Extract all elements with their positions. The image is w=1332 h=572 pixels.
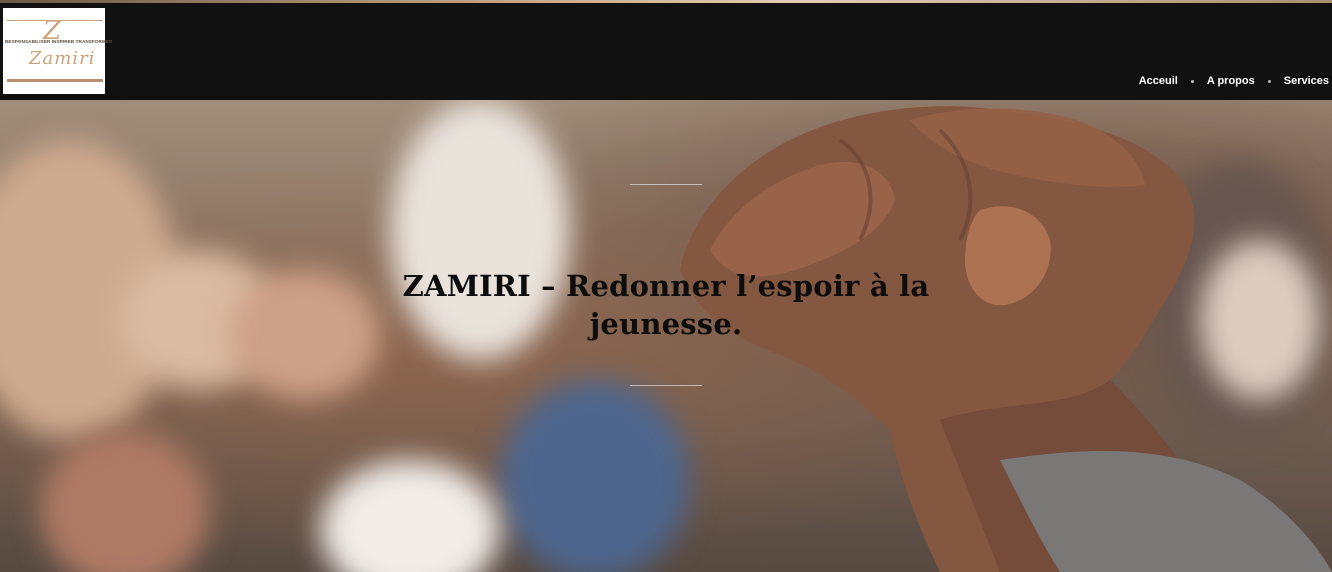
logo-tagline: RESPONSABILISER INSPIRER TRANSFORMER — [5, 39, 113, 44]
nav-item-acceuil[interactable]: Acceuil — [1139, 75, 1178, 87]
nav-item-services[interactable]: Services — [1284, 75, 1329, 87]
site-header: Z RESPONSABILISER INSPIRER TRANSFORMER Z… — [0, 3, 1332, 100]
main-nav: Acceuil A propos Services — [1139, 75, 1329, 87]
logo-wordmark: Zamiri — [29, 48, 96, 69]
nav-item-a-propos[interactable]: A propos — [1207, 75, 1255, 87]
hero-divider-top — [630, 184, 702, 185]
logo-divider-bottom — [7, 79, 103, 82]
nav-separator — [1267, 79, 1271, 83]
hero-title: ZAMIRI – Redonner l’espoir à la jeunesse… — [402, 269, 930, 342]
hero-divider-bottom — [630, 385, 702, 386]
hero-section: ZAMIRI – Redonner l’espoir à la jeunesse… — [0, 100, 1332, 572]
logo[interactable]: Z RESPONSABILISER INSPIRER TRANSFORMER Z… — [3, 8, 113, 94]
nav-separator — [1190, 79, 1194, 83]
